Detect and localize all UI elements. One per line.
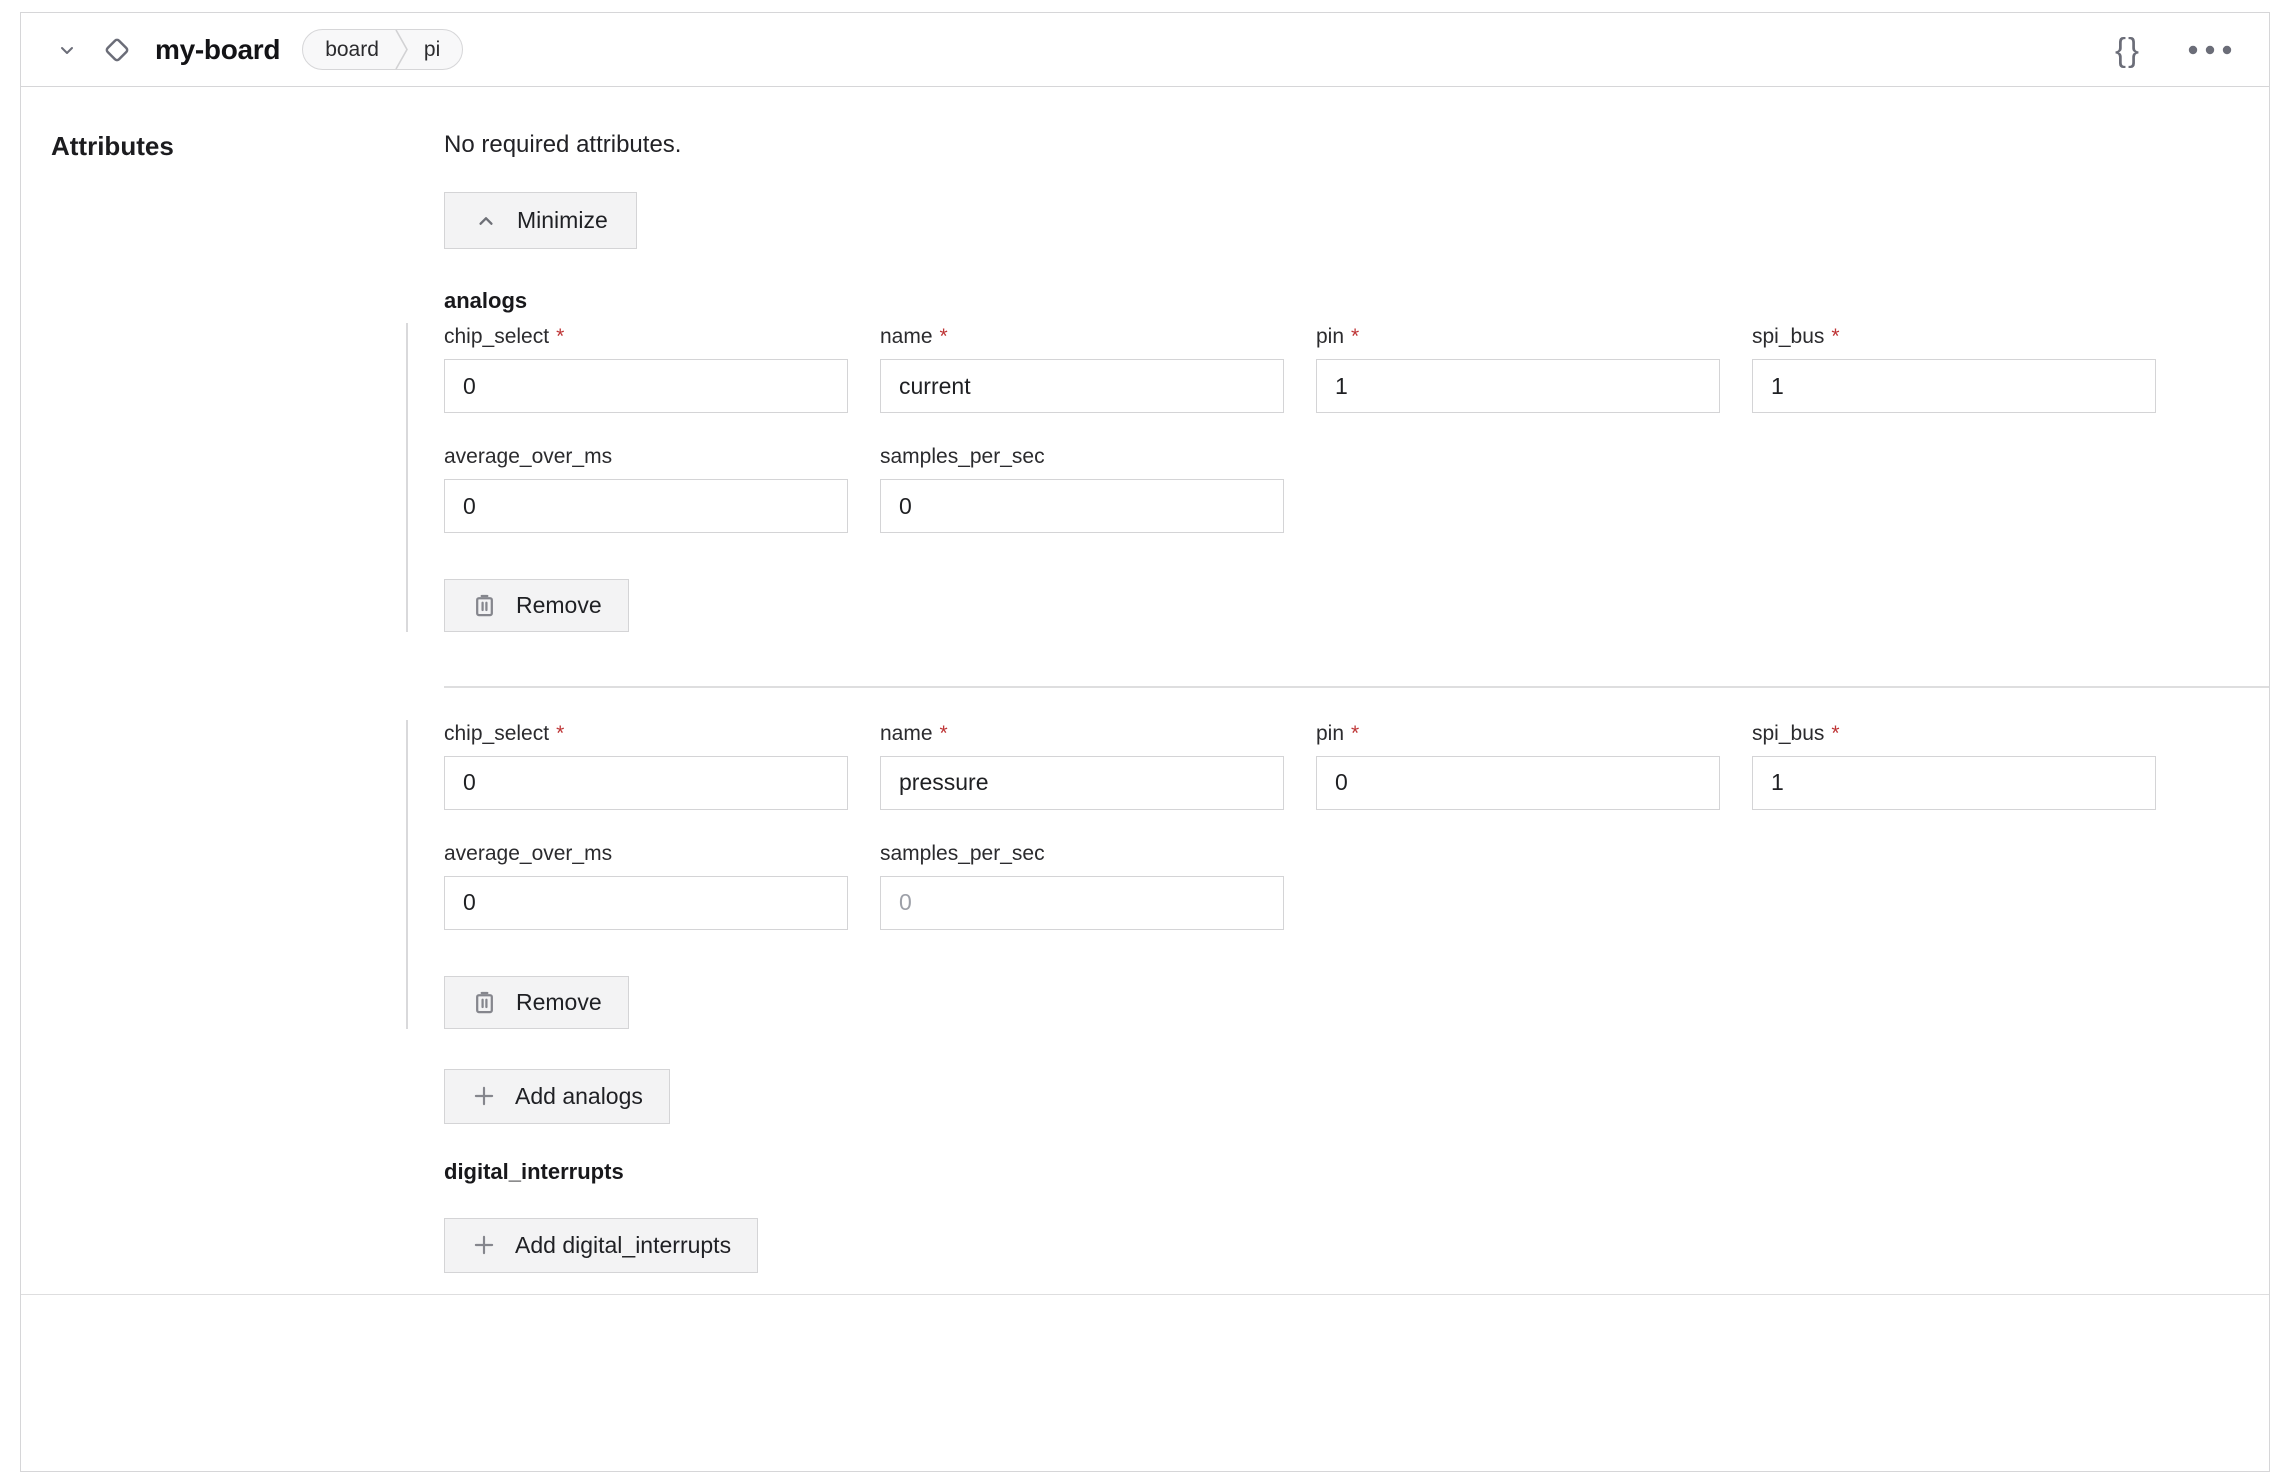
average-over-ms-input[interactable] xyxy=(444,876,848,930)
minimize-button[interactable]: Minimize xyxy=(444,192,637,249)
minimize-button-label: Minimize xyxy=(517,207,608,234)
field-samples-per-sec: samples_per_sec xyxy=(880,445,1284,533)
add-analogs-row: Add analogs xyxy=(444,1069,2269,1124)
average-over-ms-label: average_over_ms xyxy=(444,445,848,469)
required-marker: * xyxy=(1831,325,1839,348)
chip-select-label: chip_select* xyxy=(444,325,848,349)
remove-analog-button[interactable]: Remove xyxy=(444,976,629,1029)
analog-items-divider xyxy=(444,686,2269,688)
average-over-ms-input[interactable] xyxy=(444,479,848,533)
field-pin: pin* xyxy=(1316,722,1720,810)
trash-icon xyxy=(471,989,498,1016)
badge-type-label: board xyxy=(303,31,395,69)
section-bottom-divider xyxy=(21,1294,2269,1296)
spi-bus-label: spi_bus* xyxy=(1752,722,2156,746)
add-digital-interrupts-button-label: Add digital_interrupts xyxy=(515,1232,731,1259)
samples-per-sec-input[interactable] xyxy=(880,876,1284,930)
component-card: my-board board pi {} Attributes xyxy=(20,12,2270,1472)
digital-interrupts-group-label: digital_interrupts xyxy=(444,1160,2269,1184)
field-chip-select: chip_select* xyxy=(444,722,848,810)
required-marker: * xyxy=(1351,722,1359,745)
remove-analog-button[interactable]: Remove xyxy=(444,579,629,632)
pin-input[interactable] xyxy=(1316,359,1720,413)
attributes-form-column: No required attributes. Minimize analogs… xyxy=(444,131,2269,1295)
collapse-toggle-button[interactable] xyxy=(51,34,83,66)
attributes-section: Attributes No required attributes. Minim… xyxy=(21,87,2269,1295)
component-name-title: my-board xyxy=(155,34,280,66)
pin-label: pin* xyxy=(1316,722,1720,746)
add-digital-interrupts-row: Add digital_interrupts xyxy=(444,1218,2269,1273)
name-label: name* xyxy=(880,722,1284,746)
name-input[interactable] xyxy=(880,756,1284,810)
plus-icon xyxy=(471,1232,497,1258)
add-analogs-button-label: Add analogs xyxy=(515,1083,643,1110)
component-card-header: my-board board pi {} xyxy=(21,13,2269,87)
add-analogs-button[interactable]: Add analogs xyxy=(444,1069,670,1124)
board-component-icon xyxy=(101,34,133,66)
chip-select-input[interactable] xyxy=(444,359,848,413)
required-marker: * xyxy=(1351,325,1359,348)
chip-select-input[interactable] xyxy=(444,756,848,810)
more-options-menu-button[interactable] xyxy=(2181,38,2239,62)
name-label: name* xyxy=(880,325,1284,349)
required-marker: * xyxy=(556,325,564,348)
spi-bus-label: spi_bus* xyxy=(1752,325,2156,349)
field-average-over-ms: average_over_ms xyxy=(444,842,848,930)
pin-label: pin* xyxy=(1316,325,1720,349)
remove-button-label: Remove xyxy=(516,592,602,619)
field-average-over-ms: average_over_ms xyxy=(444,445,848,533)
samples-per-sec-label: samples_per_sec xyxy=(880,842,1284,866)
required-marker: * xyxy=(940,325,948,348)
json-mode-toggle-button[interactable]: {} xyxy=(2109,29,2147,70)
chevron-up-icon xyxy=(473,208,499,234)
required-marker: * xyxy=(556,722,564,745)
required-marker: * xyxy=(1831,722,1839,745)
badge-chevron-divider-icon xyxy=(395,29,410,70)
plus-icon xyxy=(471,1083,497,1109)
attributes-heading: Attributes xyxy=(51,131,174,162)
spi-bus-input[interactable] xyxy=(1752,359,2156,413)
samples-per-sec-input[interactable] xyxy=(880,479,1284,533)
field-name: name* xyxy=(880,722,1284,810)
trash-icon xyxy=(471,592,498,619)
add-digital-interrupts-button[interactable]: Add digital_interrupts xyxy=(444,1218,758,1273)
samples-per-sec-label: samples_per_sec xyxy=(880,445,1284,469)
analog-item-2: chip_select* name* pin* spi_bus* xyxy=(406,720,2269,1029)
analog-item-1: chip_select* name* pin* spi_bus* xyxy=(406,323,2269,632)
pin-input[interactable] xyxy=(1316,756,1720,810)
analogs-group-label: analogs xyxy=(444,289,2269,313)
no-required-attributes-note: No required attributes. xyxy=(444,131,2269,159)
badge-model-label: pi xyxy=(410,31,462,69)
field-chip-select: chip_select* xyxy=(444,325,848,413)
field-spi-bus: spi_bus* xyxy=(1752,722,2156,810)
chip-select-label: chip_select* xyxy=(444,722,848,746)
component-type-badge: board pi xyxy=(302,29,463,70)
field-spi-bus: spi_bus* xyxy=(1752,325,2156,413)
name-input[interactable] xyxy=(880,359,1284,413)
remove-button-label: Remove xyxy=(516,989,602,1016)
field-samples-per-sec: samples_per_sec xyxy=(880,842,1284,930)
average-over-ms-label: average_over_ms xyxy=(444,842,848,866)
required-marker: * xyxy=(940,722,948,745)
field-name: name* xyxy=(880,325,1284,413)
chevron-down-icon xyxy=(55,38,79,62)
spi-bus-input[interactable] xyxy=(1752,756,2156,810)
ellipsis-icon xyxy=(2187,44,2233,56)
field-pin: pin* xyxy=(1316,325,1720,413)
